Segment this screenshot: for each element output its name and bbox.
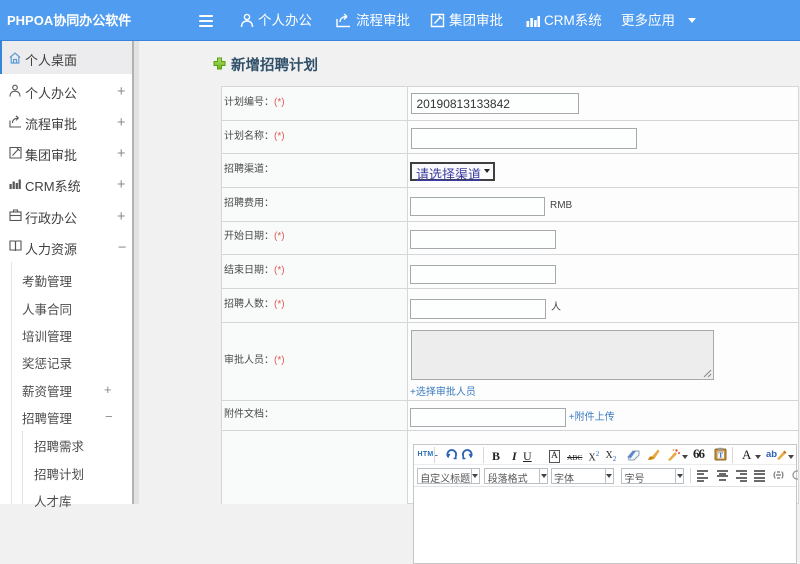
svg-text:T: T	[718, 452, 723, 460]
